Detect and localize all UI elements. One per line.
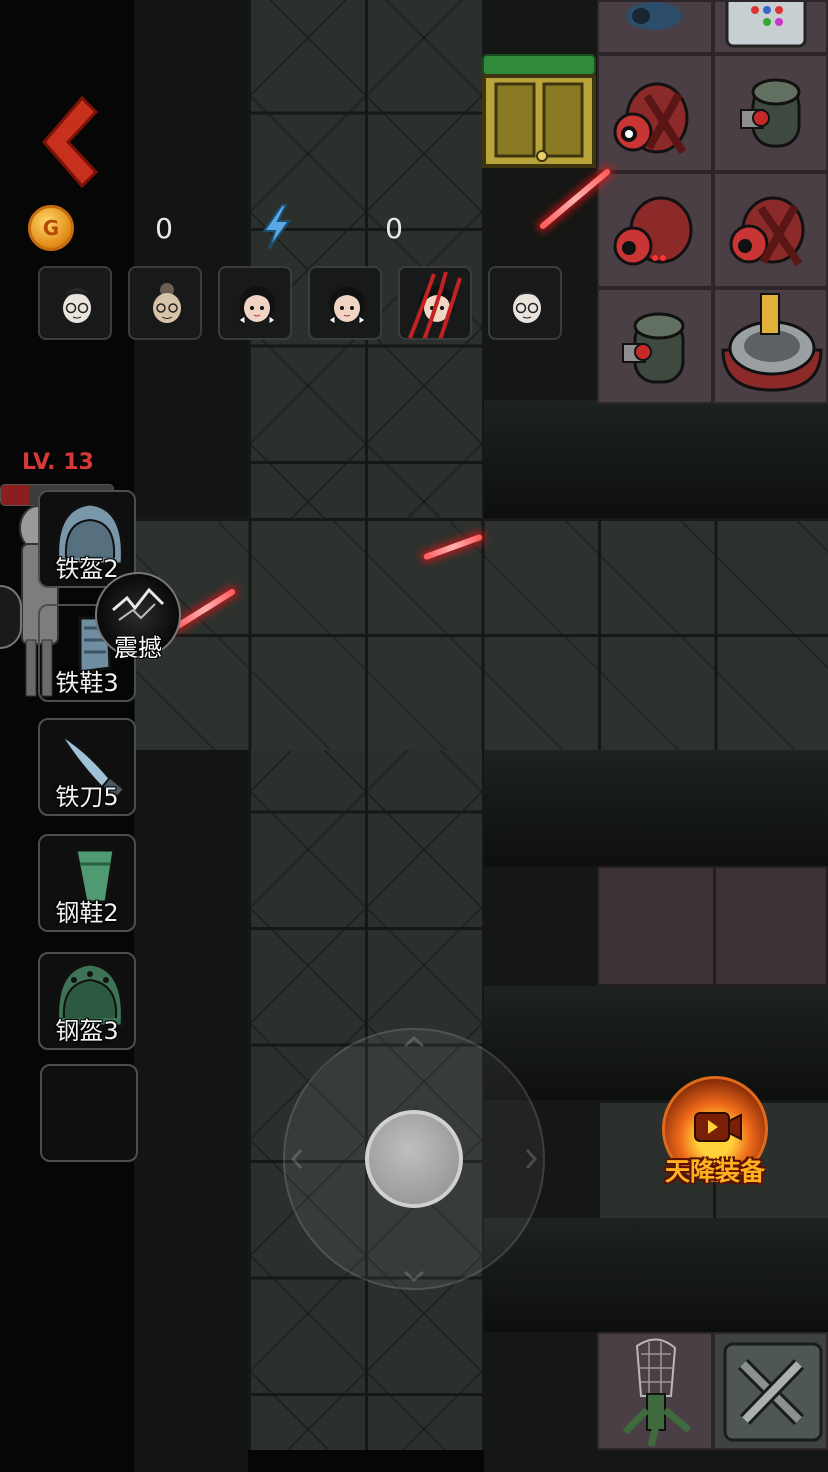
settings-tile[interactable] xyxy=(713,1332,828,1450)
equip-slot[interactable]: 铁盔2 xyxy=(38,490,136,588)
claw-scratch-icon xyxy=(408,271,462,338)
boy-glasses-avatar-icon xyxy=(511,292,543,323)
back-arrow-icon[interactable] xyxy=(30,92,110,192)
net-trap-icon xyxy=(622,1338,692,1447)
room-tile xyxy=(597,0,713,54)
gold-coin-icon: G xyxy=(28,205,74,251)
equip-slot[interactable]: 钢盔3 xyxy=(38,952,136,1050)
boy-glasses-avatar-icon xyxy=(61,288,93,323)
room-tile xyxy=(713,288,828,404)
golden-door-icon xyxy=(482,74,596,168)
generator-icon xyxy=(721,293,823,392)
player-level: LV. 13 xyxy=(22,450,94,475)
girl-bow-avatar-icon xyxy=(238,286,276,325)
ally-card[interactable] xyxy=(308,266,382,340)
skill-button[interactable]: 震撼 xyxy=(95,572,181,662)
ally-card[interactable] xyxy=(128,266,202,340)
lightning-energy-icon xyxy=(262,204,291,250)
machine-room xyxy=(597,0,828,404)
ally-card[interactable] xyxy=(38,266,112,340)
room-tile xyxy=(597,1332,713,1450)
door[interactable] xyxy=(480,54,598,168)
pipe-machine-icon xyxy=(626,2,682,30)
room-tile xyxy=(597,288,713,404)
equip-label: 钢鞋2 xyxy=(55,899,119,927)
broken-turret-icon xyxy=(613,82,689,155)
gas-tank-icon xyxy=(622,312,685,384)
broken-turret-icon xyxy=(729,196,805,267)
grandma-avatar-icon xyxy=(152,283,182,323)
arcade-machine-icon xyxy=(725,0,807,48)
equip-slot[interactable]: 钢鞋2 xyxy=(38,834,136,932)
energy-count: 0 xyxy=(385,212,403,245)
wall-block xyxy=(484,400,828,518)
girl-bow-avatar-icon xyxy=(328,286,366,325)
room-tile xyxy=(713,0,828,54)
ally-card[interactable] xyxy=(218,266,292,340)
lightning-shock-icon xyxy=(112,587,165,621)
joystick-knob[interactable] xyxy=(365,1110,463,1208)
equip-label: 铁鞋3 xyxy=(55,669,119,697)
drop-label: 天降装备 xyxy=(664,1157,765,1186)
ally-card[interactable] xyxy=(398,266,472,340)
equip-slot[interactable]: 铁刀5 xyxy=(38,718,136,816)
video-ad-icon xyxy=(694,1112,742,1142)
gas-tank-icon xyxy=(740,78,801,148)
coin-letter: G xyxy=(42,216,60,240)
equip-label: 铁刀5 xyxy=(55,783,119,811)
floor-corridor xyxy=(134,518,828,750)
equip-label: 钢盔3 xyxy=(55,1017,119,1045)
ally-card[interactable] xyxy=(488,266,562,340)
game-scene: G 0 0 LV. 13 铁盔2 铁鞋3 铁刀5 钢鞋2 钢盔3 震撼 天降装备 xyxy=(0,0,828,1472)
skill-label: 震撼 xyxy=(114,634,162,662)
equip-slot-empty[interactable] xyxy=(40,1064,138,1162)
door-health-bar xyxy=(482,54,596,76)
room-tile xyxy=(713,54,828,172)
room-tile xyxy=(597,172,713,288)
sky-drop-equipment-button[interactable]: 天降装备 xyxy=(660,1076,770,1186)
coin-count: 0 xyxy=(155,212,173,245)
wall-block xyxy=(484,750,828,866)
wrench-screwdriver-icon xyxy=(723,1342,823,1442)
room-tile xyxy=(597,54,713,172)
turret-icon xyxy=(613,196,693,266)
room-tile xyxy=(713,172,828,288)
room-floor xyxy=(597,866,828,986)
